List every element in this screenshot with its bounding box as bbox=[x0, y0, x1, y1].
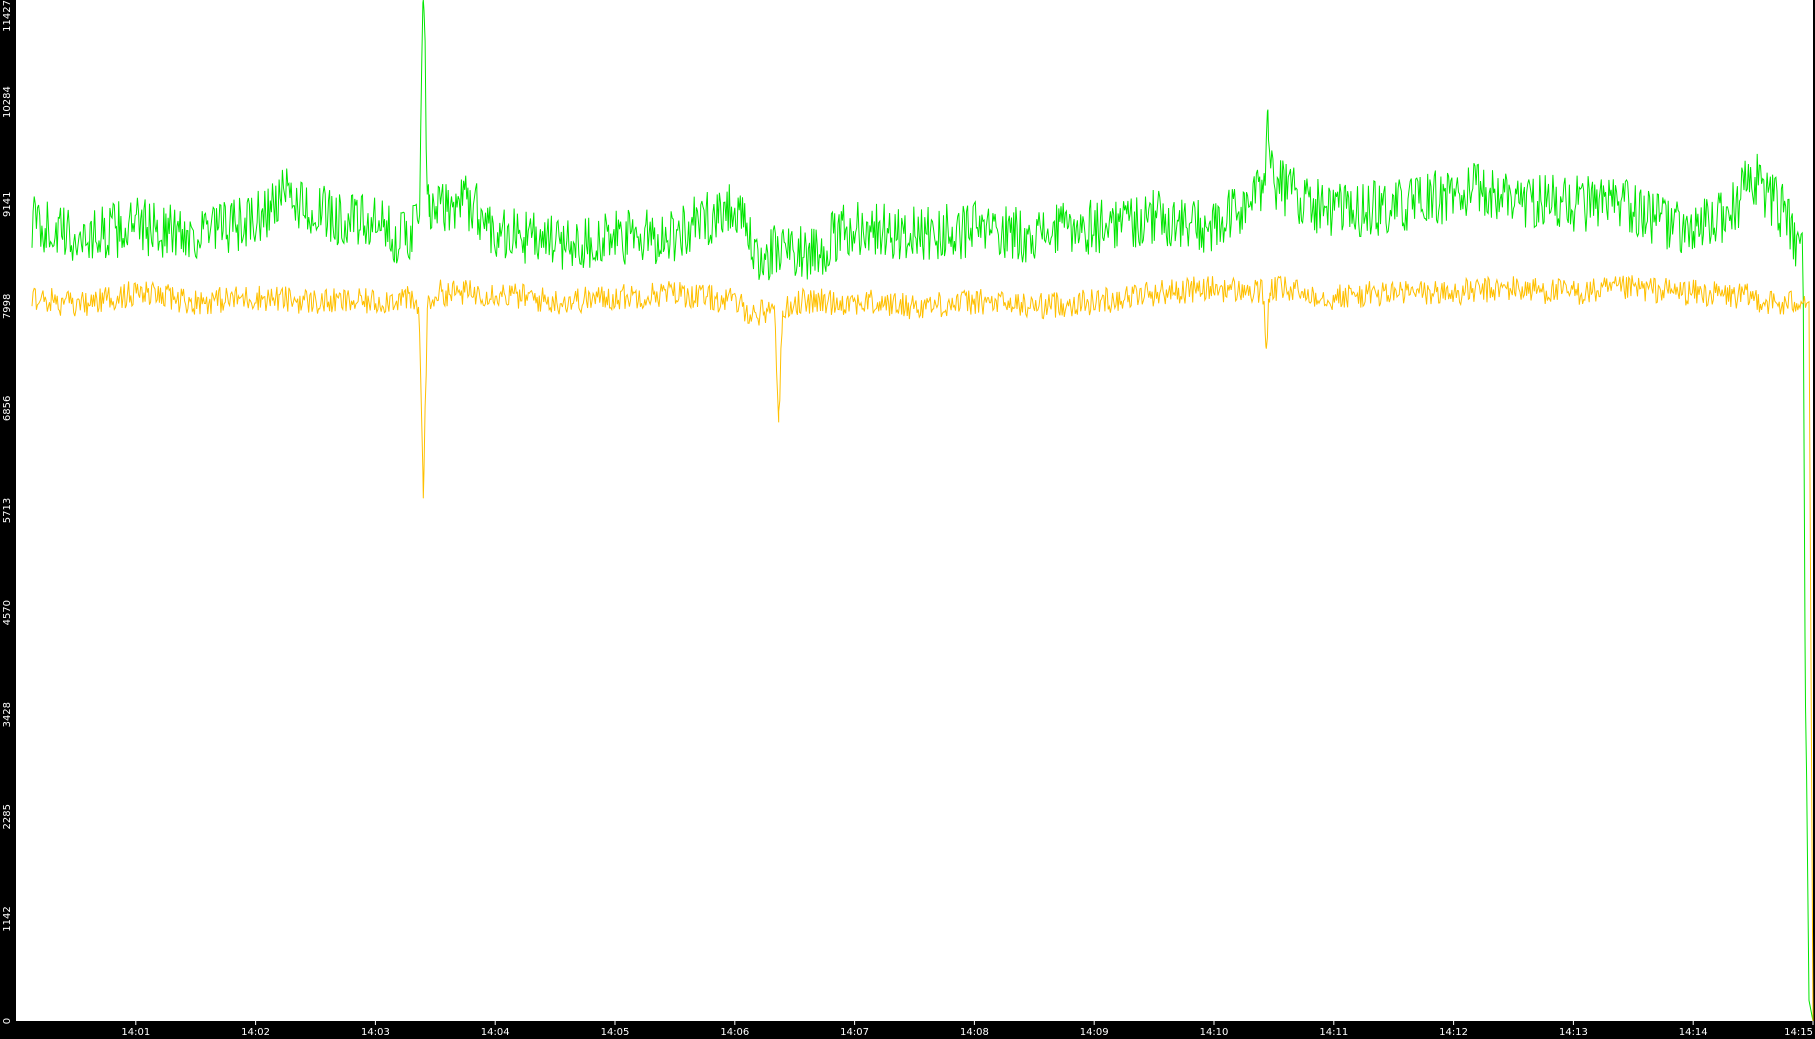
plot-area bbox=[16, 0, 1813, 1021]
chart-svg: 0 1142 2285 3428 4570 5713 6856 7998 9141 10284 11… bbox=[2, 0, 1814, 1038]
x-tick-label: 14:11 bbox=[1319, 1027, 1348, 1038]
y-tick-label: 2285 bbox=[2, 804, 13, 829]
chart: 0 1142 2285 3428 4570 5713 6856 7998 9141 10284 11… bbox=[0, 0, 1815, 1039]
y-tick-label: 9141 bbox=[2, 192, 13, 217]
x-tick-label: 14:10 bbox=[1200, 1027, 1229, 1038]
y-tick-label: 0 bbox=[2, 1018, 13, 1024]
y-tick-label: 1142 bbox=[2, 906, 13, 931]
x-tick-label: 14:01 bbox=[121, 1027, 150, 1038]
x-tick-label: 14:09 bbox=[1080, 1027, 1109, 1038]
y-tick-label: 5713 bbox=[2, 498, 13, 523]
x-tick-label: 14:06 bbox=[720, 1027, 749, 1038]
x-tick-label: 14:02 bbox=[241, 1027, 270, 1038]
x-tick-label: 14:08 bbox=[960, 1027, 989, 1038]
y-tick-label: 4570 bbox=[2, 600, 13, 625]
x-tick-label: 14:15 bbox=[1784, 1027, 1813, 1038]
x-tick-label: 14:04 bbox=[481, 1027, 510, 1038]
x-tick-label: 14:07 bbox=[840, 1027, 869, 1038]
x-tick-label: 14:14 bbox=[1679, 1027, 1708, 1038]
x-tick-label: 14:13 bbox=[1559, 1027, 1588, 1038]
y-tick-label: 10284 bbox=[2, 86, 13, 118]
y-tick-label: 6856 bbox=[2, 396, 13, 421]
y-tick-label: 7998 bbox=[2, 294, 13, 319]
x-tick-label: 14:12 bbox=[1439, 1027, 1468, 1038]
y-tick-label: 3428 bbox=[2, 702, 13, 727]
x-tick-label: 14:05 bbox=[601, 1027, 630, 1038]
x-tick-label: 14:03 bbox=[361, 1027, 390, 1038]
y-tick-label: 11427 bbox=[2, 0, 13, 32]
